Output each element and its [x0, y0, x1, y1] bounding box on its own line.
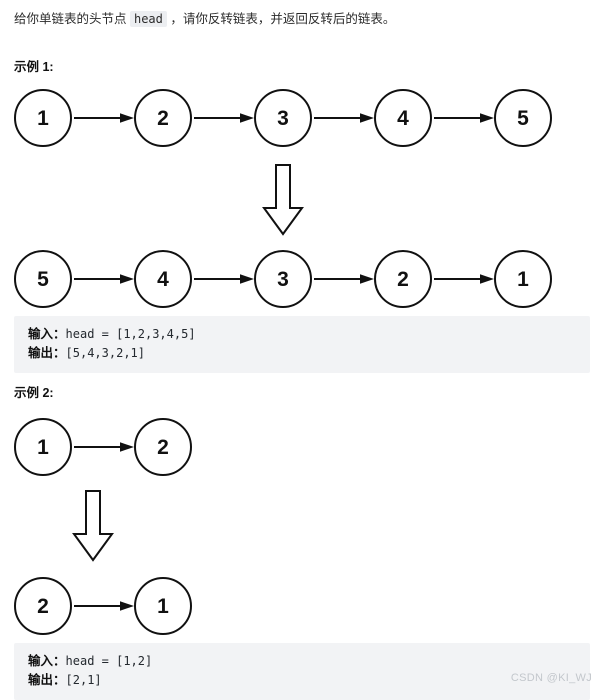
list-link-arrow [314, 112, 374, 124]
example-1-io-block: 输入：head = [1,2,3,4,5] 输出：[5,4,3,2,1] [14, 316, 590, 373]
inline-code-head: head [129, 11, 167, 27]
list-node: 4 [374, 89, 432, 147]
list-node: 4 [134, 250, 192, 308]
list-node: 1 [494, 250, 552, 308]
example-1-output-line: 输出：[5,4,3,2,1] [28, 344, 576, 363]
list-node: 1 [14, 89, 72, 147]
list-node: 3 [254, 250, 312, 308]
input-value: head = [1,2,3,4,5] [65, 327, 196, 341]
csdn-watermark: CSDN @KI_WJ [510, 672, 592, 684]
list-link-arrow [74, 441, 134, 453]
output-label: 输出： [28, 673, 66, 687]
list-node: 2 [14, 577, 72, 635]
list-node: 1 [134, 577, 192, 635]
output-value: [5,4,3,2,1] [65, 346, 145, 360]
problem-statement: 给你单链表的头节点 head ，请你反转链表，并返回反转后的链表。 [14, 10, 395, 28]
example-2-io-block: 输入：head = [1,2] 输出：[2,1] [14, 643, 590, 700]
list-link-arrow [194, 273, 254, 285]
list-link-arrow [434, 112, 494, 124]
list-node: 3 [254, 89, 312, 147]
example-1-title: 示例 1: [14, 60, 54, 74]
list-node: 2 [134, 89, 192, 147]
input-label: 输入： [28, 654, 66, 668]
input-value: head = [1,2] [65, 654, 153, 668]
problem-illustration-page: 给你单链表的头节点 head ，请你反转链表，并返回反转后的链表。 示例 1: … [0, 0, 604, 700]
output-value: [2,1] [65, 673, 102, 687]
list-node: 2 [134, 418, 192, 476]
list-node: 1 [14, 418, 72, 476]
down-block-arrow-icon [262, 164, 304, 236]
problem-statement-text-before: 给你单链表的头节点 [14, 12, 130, 26]
example-2-input-line: 输入：head = [1,2] [28, 652, 576, 671]
list-link-arrow [434, 273, 494, 285]
list-link-arrow [194, 112, 254, 124]
list-link-arrow [74, 273, 134, 285]
output-label: 输出： [28, 346, 66, 360]
list-link-arrow [74, 112, 134, 124]
input-label: 输入： [28, 327, 66, 341]
list-node: 5 [14, 250, 72, 308]
example-1-input-line: 输入：head = [1,2,3,4,5] [28, 325, 576, 344]
list-node: 5 [494, 89, 552, 147]
example-2-output-line: 输出：[2,1] [28, 671, 576, 690]
list-node: 2 [374, 250, 432, 308]
problem-statement-text-after: ，请你反转链表，并返回反转后的链表。 [166, 12, 396, 26]
list-link-arrow [74, 600, 134, 612]
down-block-arrow-icon [72, 490, 114, 562]
example-2-title: 示例 2: [14, 386, 54, 400]
list-link-arrow [314, 273, 374, 285]
